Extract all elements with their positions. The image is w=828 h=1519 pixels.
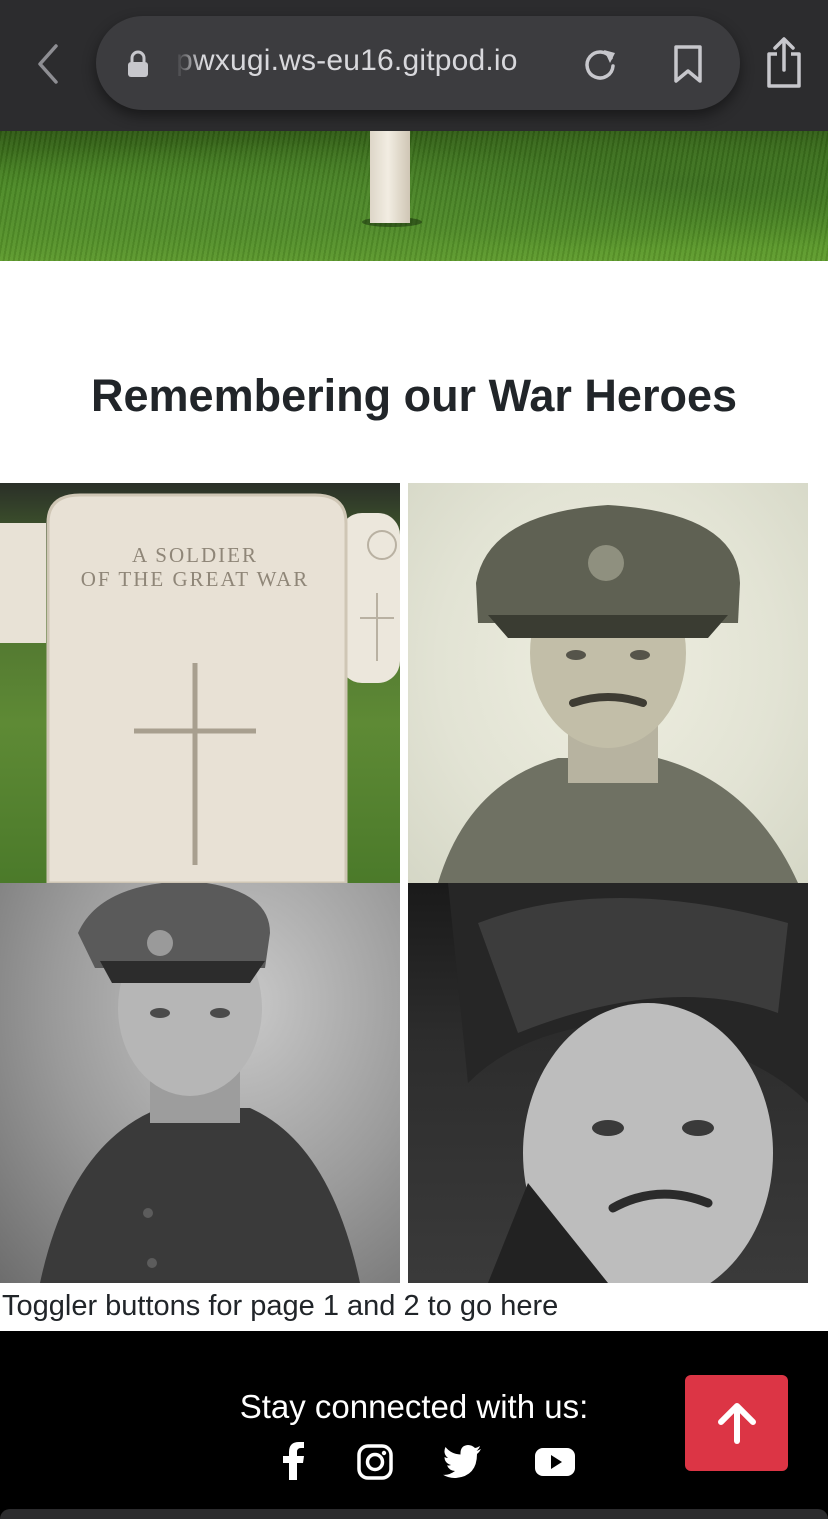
soldier-portrait-2 <box>40 883 360 1283</box>
inscription-line-1: A SOLDIER <box>132 543 258 567</box>
lock-icon <box>128 50 148 77</box>
soldier-portrait-1 <box>438 505 798 883</box>
address-bar[interactable]: pwxugi.ws-eu16.gitpod.io <box>96 16 740 110</box>
twitter-icon[interactable] <box>443 1442 481 1480</box>
inscription-line-2: OF THE GREAT WAR <box>80 567 310 591</box>
share-icon[interactable] <box>764 36 804 90</box>
scroll-to-top-button[interactable] <box>685 1375 788 1471</box>
reload-icon[interactable] <box>582 46 618 82</box>
url-text[interactable]: pwxugi.ws-eu16.gitpod.io <box>176 44 518 78</box>
bookmark-icon[interactable] <box>672 44 704 84</box>
gallery-image-soldier-1[interactable] <box>408 483 808 883</box>
gallery-image-soldier-2[interactable] <box>0 883 400 1283</box>
toggler-placeholder-text: Toggler buttons for page 1 and 2 to go h… <box>2 1290 559 1322</box>
gallery-image-headstone[interactable]: A SOLDIER OF THE GREAT WAR <box>0 483 400 883</box>
youtube-icon[interactable] <box>535 1442 575 1480</box>
arrow-up-icon <box>717 1403 756 1444</box>
back-button[interactable] <box>26 38 70 90</box>
url-fade <box>176 40 202 84</box>
hero-headstone <box>370 131 410 223</box>
hero-image <box>0 131 828 261</box>
headstone-inscription: A SOLDIER OF THE GREAT WAR <box>50 543 340 591</box>
soldier-portrait-3 <box>448 883 808 1283</box>
browser-bottom-bar <box>0 1509 828 1519</box>
back-icon <box>38 44 58 84</box>
facebook-icon[interactable] <box>281 1442 305 1480</box>
gallery-image-soldier-3[interactable] <box>408 883 808 1283</box>
page-title: Remembering our War Heroes <box>91 370 737 421</box>
instagram-icon[interactable] <box>357 1442 393 1480</box>
browser-toolbar: pwxugi.ws-eu16.gitpod.io <box>0 0 828 131</box>
